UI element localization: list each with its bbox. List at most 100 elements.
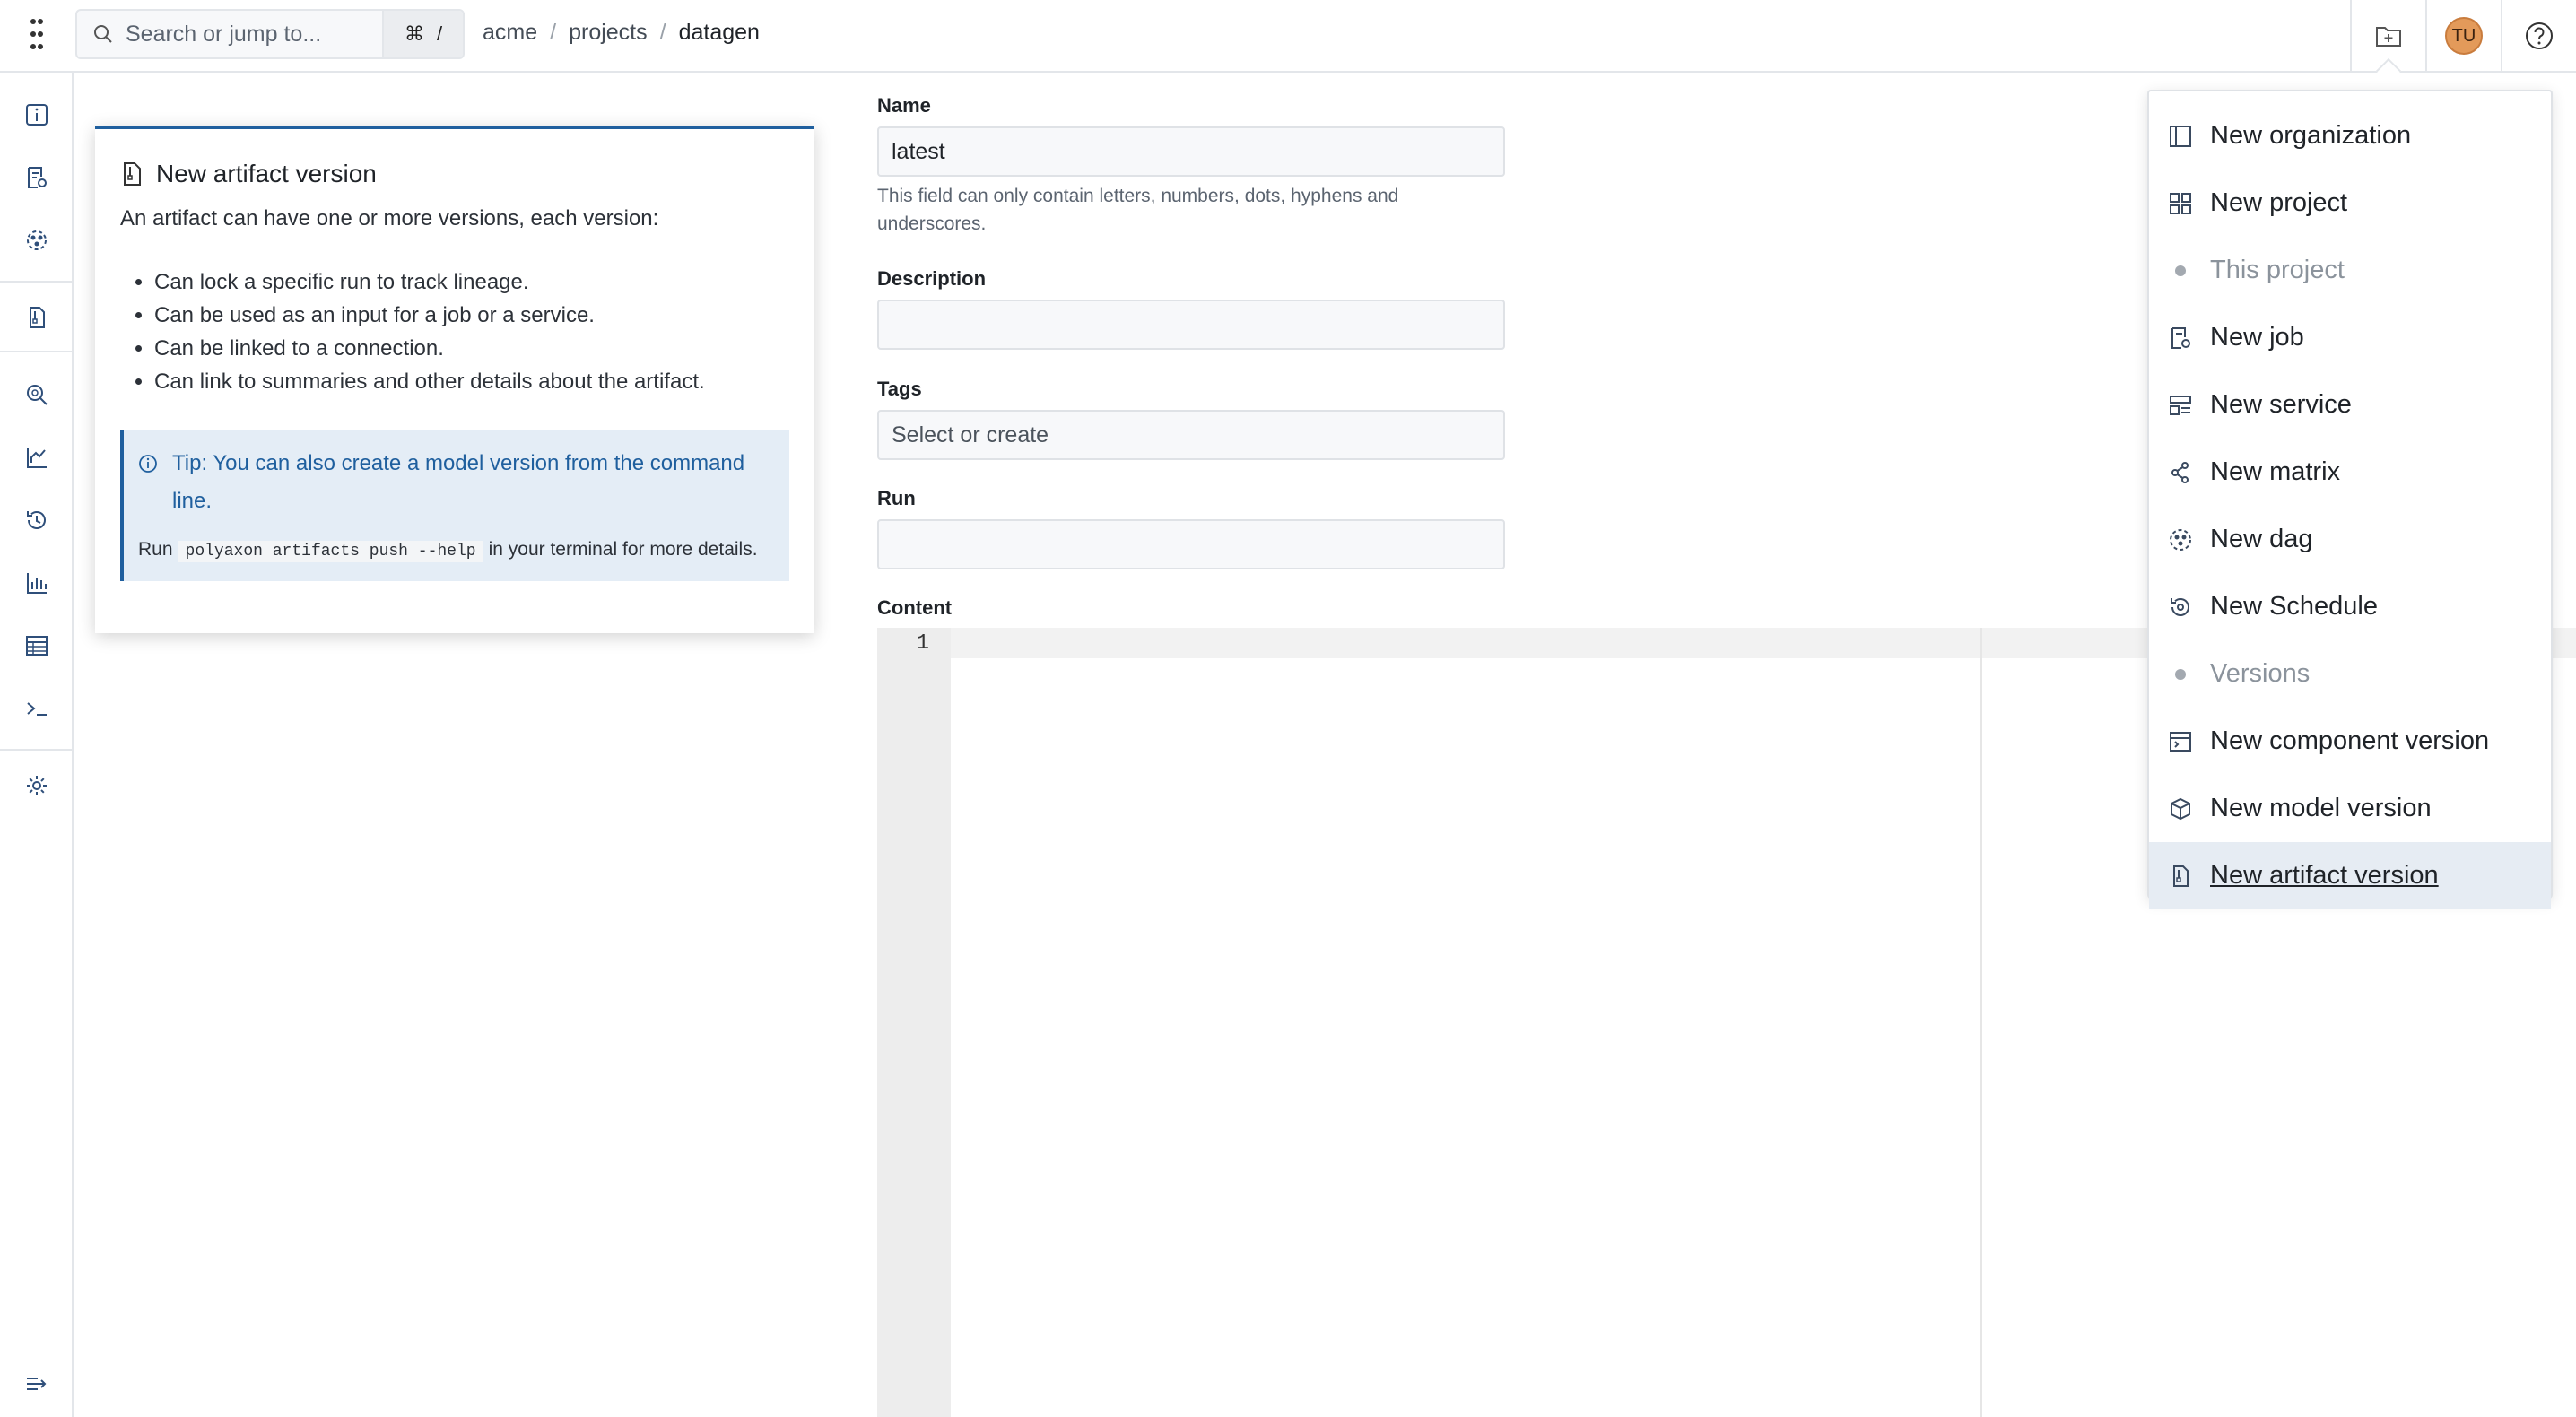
menu-item-label: New artifact version — [2210, 861, 2439, 890]
tip-box: Tip: You can also create a model version… — [120, 430, 789, 581]
list-item: Can link to summaries and other details … — [154, 365, 789, 398]
tags-label: Tags — [877, 378, 922, 400]
project-icon — [2167, 190, 2194, 217]
menu-item-label: New dag — [2210, 525, 2313, 553]
line-number: 1 — [916, 631, 929, 656]
section-dot-icon — [2167, 265, 2194, 276]
search-input[interactable] — [126, 21, 377, 48]
menu-item-label: New Schedule — [2210, 592, 2378, 621]
description-field[interactable] — [877, 300, 1505, 350]
rail-divider — [0, 351, 72, 352]
menu-item-label: New matrix — [2210, 457, 2341, 486]
left-rail — [0, 73, 74, 1417]
menu-item-new-job[interactable]: New job — [2149, 304, 2551, 371]
menu-item-label: New component version — [2210, 726, 2490, 755]
name-field[interactable] — [877, 126, 1505, 177]
breadcrumb-projects[interactable]: projects — [569, 20, 648, 46]
rail-divider — [0, 281, 72, 283]
run-command: polyaxon artifacts push --help — [178, 541, 483, 562]
menu-item-new-artifact-version[interactable]: New artifact version — [2149, 842, 2551, 909]
editor-gutter: 1 — [877, 628, 951, 1417]
expand-sidebar-icon[interactable] — [19, 1366, 55, 1402]
info-icon[interactable] — [19, 97, 55, 133]
service-icon — [2167, 392, 2194, 419]
breadcrumb-separator: / — [550, 20, 557, 45]
menu-item-new-matrix[interactable]: New matrix — [2149, 439, 2551, 506]
menu-item-new-service[interactable]: New service — [2149, 371, 2551, 439]
list-item: Can be linked to a connection. — [154, 332, 789, 365]
run-suffix: in your terminal for more details. — [488, 539, 758, 560]
help-title: New artifact version — [120, 160, 789, 188]
help-title-text: New artifact version — [156, 160, 377, 187]
list-item: Can lock a specific run to track lineage… — [154, 265, 789, 299]
menu-item-label: New project — [2210, 188, 2348, 217]
section-dot-icon — [2167, 668, 2194, 680]
top-bar: ⌘ / acme / projects / datagen TU — [0, 0, 2576, 73]
menu-item-label: New job — [2210, 323, 2304, 352]
help-icon — [2526, 22, 2553, 49]
menu-item-new-organization[interactable]: New organization — [2149, 102, 2551, 170]
breadcrumb: acme / projects / datagen — [483, 20, 760, 46]
menu-item-label: New service — [2210, 390, 2352, 419]
menu-section-label: Versions — [2210, 659, 2311, 688]
run-label: Run — [877, 487, 916, 509]
help-button[interactable] — [2501, 0, 2576, 72]
dag-icon — [2167, 526, 2194, 553]
job-icon — [2167, 325, 2194, 352]
help-card: New artifact version An artifact can hav… — [95, 126, 814, 633]
menu-item-new-model-version[interactable]: New model version — [2149, 775, 2551, 842]
menu-section-versions: Versions — [2149, 640, 2551, 708]
model-icon — [2167, 795, 2194, 822]
history-icon[interactable] — [19, 502, 55, 538]
runs-icon[interactable] — [19, 160, 55, 196]
table-icon[interactable] — [19, 628, 55, 664]
user-menu-button[interactable]: TU — [2425, 0, 2501, 72]
search-shortcut: ⌘ / — [382, 11, 463, 57]
menu-section-label: This project — [2210, 256, 2345, 284]
matrix-icon — [2167, 459, 2194, 486]
menu-item-new-project[interactable]: New project — [2149, 170, 2551, 237]
run-instruction: Run polyaxon artifacts push --help in your… — [138, 535, 773, 567]
create-menu: New organization New project This projec… — [2147, 90, 2553, 909]
content-label: Content — [877, 596, 953, 619]
name-label: Name — [877, 94, 931, 117]
menu-item-new-schedule[interactable]: New Schedule — [2149, 573, 2551, 640]
help-intro: An artifact can have one or more version… — [120, 206, 659, 230]
artifact-icon[interactable] — [19, 300, 55, 335]
menu-item-label: New organization — [2210, 121, 2412, 150]
breadcrumb-org[interactable]: acme — [483, 20, 537, 46]
search-runs-icon[interactable] — [19, 377, 55, 413]
analytics-icon[interactable] — [19, 439, 55, 475]
rail-divider — [0, 749, 72, 751]
avatar: TU — [2445, 17, 2483, 55]
search-box[interactable]: ⌘ / — [75, 9, 465, 59]
command-key: ⌘ — [404, 22, 424, 45]
bar-chart-icon[interactable] — [19, 565, 55, 601]
schedule-icon — [2167, 594, 2194, 621]
create-button[interactable] — [2350, 0, 2425, 72]
breadcrumb-project[interactable]: datagen — [679, 20, 760, 46]
tags-select[interactable] — [877, 410, 1505, 460]
breadcrumb-separator: / — [659, 20, 666, 45]
artifact-icon — [124, 162, 141, 186]
menu-section-this-project: This project — [2149, 237, 2551, 304]
folder-add-icon — [2376, 27, 2401, 47]
menu-item-new-dag[interactable]: New dag — [2149, 506, 2551, 573]
description-label: Description — [877, 267, 987, 290]
tip-line: Tip: You can also create a model version… — [138, 445, 773, 520]
component-icon — [2167, 728, 2194, 755]
organization-icon — [2167, 123, 2194, 150]
menu-item-new-component-version[interactable]: New component version — [2149, 708, 2551, 775]
apps-grid-icon[interactable] — [22, 16, 52, 52]
search-icon — [91, 22, 115, 46]
name-hint: This field can only contain letters, num… — [877, 186, 1399, 234]
run-field[interactable] — [877, 519, 1505, 569]
tip-text: Tip: You can also create a model version… — [172, 451, 745, 513]
menu-item-label: New model version — [2210, 794, 2432, 822]
terminal-icon[interactable] — [19, 691, 55, 726]
print-margin — [1980, 628, 1982, 1417]
settings-gear-icon[interactable] — [19, 768, 55, 804]
info-circle-icon — [139, 455, 157, 473]
list-item: Can be used as an input for a job or a s… — [154, 299, 789, 332]
dag-icon[interactable] — [19, 222, 55, 258]
